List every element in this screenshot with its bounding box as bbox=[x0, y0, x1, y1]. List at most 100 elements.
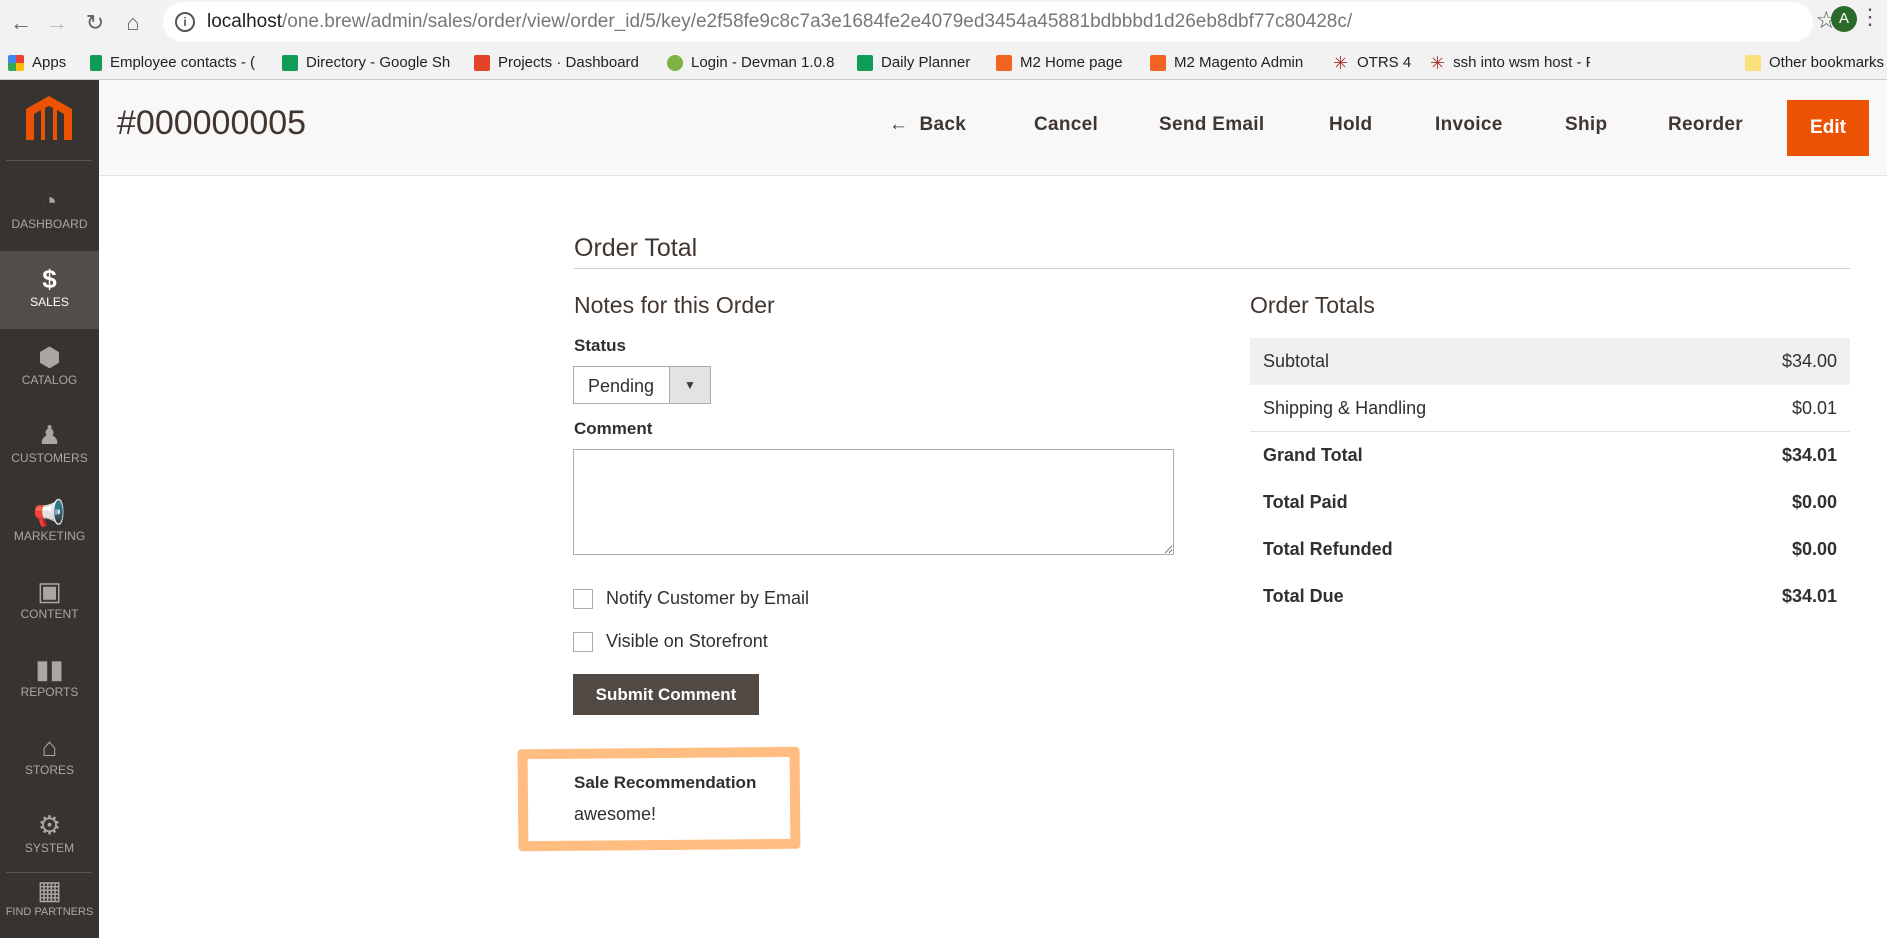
send-email-button[interactable]: Send Email bbox=[1159, 114, 1264, 136]
otrs-icon: ✳ bbox=[1430, 53, 1446, 73]
bookmark-label: OTRS 4 bbox=[1357, 54, 1412, 71]
nav-marketing[interactable]: 📢 MARKETING bbox=[0, 485, 99, 563]
layout-icon: ▣ bbox=[37, 576, 62, 606]
bookmark-label: ssh into wsm host - F bbox=[1453, 54, 1590, 71]
devman-icon bbox=[667, 55, 683, 71]
bookmark-employee-contacts[interactable]: Employee contacts - ( bbox=[90, 46, 255, 80]
forward-arrow-icon[interactable]: → bbox=[42, 8, 72, 38]
nav-label: REPORTS bbox=[20, 685, 79, 699]
page-header: #000000005 ← Back Cancel Send Email Hold… bbox=[99, 80, 1887, 176]
gear-icon: ⚙ bbox=[37, 810, 62, 840]
address-bar[interactable]: i localhost/one.brew/admin/sales/order/v… bbox=[163, 2, 1813, 42]
nav-label: CUSTOMERS bbox=[11, 451, 88, 465]
back-label: Back bbox=[919, 114, 967, 135]
row-value: $34.01 bbox=[1781, 586, 1837, 606]
otrs-icon: ✳ bbox=[1333, 53, 1349, 73]
order-totals-heading: Order Totals bbox=[1250, 292, 1375, 318]
bookmark-label: Projects · Dashboard bbox=[498, 54, 639, 71]
row-value: $0.01 bbox=[1791, 397, 1837, 418]
reload-icon[interactable]: ↻ bbox=[80, 8, 110, 38]
totals-row: Total Due $34.01 bbox=[1250, 573, 1850, 620]
nav-label: CONTENT bbox=[20, 607, 79, 621]
bookmark-m2-admin[interactable]: M2 Magento Admin bbox=[1150, 46, 1303, 80]
bookmark-directory[interactable]: Directory - Google Sh bbox=[282, 46, 452, 80]
visible-label: Visible on Storefront bbox=[606, 631, 768, 651]
comment-label: Comment bbox=[574, 419, 653, 438]
comment-textarea[interactable] bbox=[573, 449, 1174, 555]
nav-system[interactable]: ⚙ SYSTEM bbox=[0, 797, 99, 875]
magento-icon bbox=[1150, 55, 1166, 71]
info-icon[interactable]: i bbox=[175, 12, 195, 32]
bar-chart-icon: ▮▮ bbox=[35, 654, 64, 684]
nav-sales[interactable]: $ SALES bbox=[0, 251, 99, 329]
magento-logo[interactable] bbox=[20, 94, 78, 144]
hold-button[interactable]: Hold bbox=[1329, 114, 1372, 136]
bookmark-projects[interactable]: Projects · Dashboard bbox=[474, 46, 639, 80]
sale-recommendation-label: Sale Recommendation bbox=[574, 773, 757, 792]
bookmark-devman[interactable]: Login - Devman 1.0.8 bbox=[667, 46, 834, 80]
bookmark-otrs[interactable]: ✳ OTRS 4 bbox=[1333, 46, 1411, 80]
highlight-annotation bbox=[517, 746, 801, 852]
row-value: $34.01 bbox=[1781, 445, 1837, 465]
nav-label: STORES bbox=[24, 763, 75, 777]
sheets-icon bbox=[90, 55, 102, 71]
home-icon[interactable]: ⌂ bbox=[118, 8, 148, 38]
bookmarks-bar: Apps Employee contacts - ( Directory - G… bbox=[0, 46, 1887, 80]
bookmark-ssh[interactable]: ✳ ssh into wsm host - F bbox=[1430, 46, 1590, 80]
notify-label: Notify Customer by Email bbox=[606, 588, 810, 608]
magento-icon bbox=[996, 55, 1012, 71]
bookmark-label: M2 Home page bbox=[1020, 54, 1123, 71]
nav-reports[interactable]: ▮▮ REPORTS bbox=[0, 641, 99, 719]
submit-comment-button[interactable]: Submit Comment bbox=[573, 674, 759, 715]
row-value: $34.00 bbox=[1781, 351, 1837, 371]
section-title: Order Total bbox=[574, 234, 698, 262]
nav-label: SYSTEM bbox=[24, 841, 75, 855]
notify-checkbox[interactable] bbox=[573, 589, 593, 609]
nav-catalog[interactable]: ⬢ CATALOG bbox=[0, 329, 99, 407]
row-label: Grand Total bbox=[1263, 445, 1363, 465]
nav-content[interactable]: ▣ CONTENT bbox=[0, 563, 99, 641]
row-label: Total Due bbox=[1263, 586, 1344, 606]
invoice-button[interactable]: Invoice bbox=[1435, 114, 1503, 136]
profile-avatar[interactable]: A bbox=[1831, 6, 1857, 32]
totals-row: Grand Total $34.01 bbox=[1250, 432, 1850, 479]
folder-icon bbox=[1745, 55, 1761, 71]
nav-find-partners[interactable]: ▦ FIND PARTNERS bbox=[0, 870, 99, 948]
sale-recommendation-value: awesome! bbox=[574, 804, 657, 824]
ship-button[interactable]: Ship bbox=[1565, 114, 1607, 136]
url-host: localhost bbox=[207, 11, 282, 32]
row-label: Subtotal bbox=[1263, 351, 1330, 371]
nav-label: FIND PARTNERS bbox=[5, 906, 94, 918]
menu-dots-icon[interactable]: ⋮ bbox=[1859, 4, 1881, 30]
bookmark-label: Directory - Google Sh bbox=[306, 54, 451, 71]
status-value: Pending bbox=[588, 376, 655, 396]
nav-label: CATALOG bbox=[21, 373, 78, 387]
bookmark-label: M2 Magento Admin bbox=[1174, 54, 1304, 71]
chevron-down-icon: ▼ bbox=[669, 367, 710, 403]
nav-dashboard[interactable]: ◔ DASHBOARD bbox=[0, 173, 99, 251]
visible-checkbox[interactable] bbox=[573, 632, 593, 652]
nav-label: SALES bbox=[30, 295, 69, 309]
bookmark-daily-planner[interactable]: Daily Planner bbox=[857, 46, 970, 80]
totals-row: Subtotal $34.00 bbox=[1250, 338, 1850, 385]
reorder-button[interactable]: Reorder bbox=[1668, 114, 1743, 136]
divider bbox=[6, 160, 92, 161]
box-icon: ⬢ bbox=[38, 342, 61, 372]
bookmark-m2-home[interactable]: M2 Home page bbox=[996, 46, 1123, 80]
back-button[interactable]: ← Back bbox=[889, 114, 966, 136]
gitlab-icon bbox=[474, 55, 490, 71]
status-select[interactable]: Pending ▼ bbox=[573, 366, 711, 404]
bookmark-apps[interactable]: Apps bbox=[8, 46, 66, 80]
sheets-icon bbox=[282, 55, 298, 71]
nav-stores[interactable]: ⌂ STORES bbox=[0, 719, 99, 797]
nav-customers[interactable]: ♟ CUSTOMERS bbox=[0, 407, 99, 485]
notes-heading: Notes for this Order bbox=[574, 292, 775, 318]
back-arrow-icon[interactable]: ← bbox=[6, 8, 36, 38]
bookmark-other[interactable]: Other bookmarks bbox=[1745, 46, 1884, 80]
dashboard-gauge-icon: ◔ bbox=[41, 186, 58, 216]
cancel-button[interactable]: Cancel bbox=[1034, 114, 1098, 136]
admin-sidebar: ◔ DASHBOARD $ SALES ⬢ CATALOG ♟ CUSTOMERS 📢 M… bbox=[0, 80, 99, 938]
totals-table: Subtotal $34.00 Shipping & Handling $0.01 … bbox=[1250, 338, 1850, 620]
divider bbox=[574, 268, 1850, 269]
edit-button[interactable]: Edit bbox=[1787, 100, 1869, 156]
